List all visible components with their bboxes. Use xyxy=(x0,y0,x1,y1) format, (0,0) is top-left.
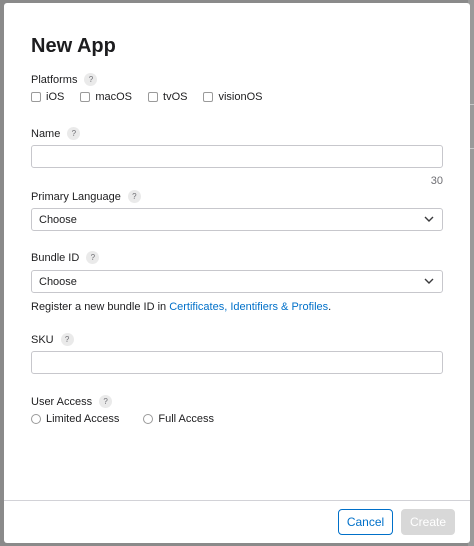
sku-help-icon[interactable]: ? xyxy=(60,333,74,346)
new-app-dialog: New App Platforms ? iOS macOS tvOS visio… xyxy=(4,3,470,543)
limited-access-label: Limited Access xyxy=(46,413,120,425)
sku-input[interactable] xyxy=(31,351,443,374)
platforms-checkbox-group: iOS macOS tvOS visionOS xyxy=(31,91,279,103)
user-access-label: User Access xyxy=(31,395,93,408)
platforms-label-row: Platforms ? xyxy=(31,73,98,86)
platform-visionos-checkbox[interactable]: visionOS xyxy=(203,91,263,103)
name-label-row: Name ? xyxy=(31,127,81,140)
checkbox-box[interactable] xyxy=(148,92,159,102)
footer-divider xyxy=(4,500,470,501)
checkbox-box[interactable] xyxy=(80,92,91,102)
platform-macos-label: macOS xyxy=(95,91,133,103)
full-access-radio[interactable]: Full Access xyxy=(143,413,214,425)
platform-ios-label: iOS xyxy=(46,91,65,103)
chevron-down-icon xyxy=(424,278,434,284)
bundle-id-hint-text: Register a new bundle ID in xyxy=(31,301,170,313)
create-button[interactable]: Create xyxy=(401,509,455,535)
bundle-id-select[interactable]: Choose xyxy=(31,270,443,293)
limited-access-radio[interactable]: Limited Access xyxy=(31,413,119,425)
bundle-id-label-row: Bundle ID ? xyxy=(31,251,100,264)
primary-language-label-row: Primary Language ? xyxy=(31,190,141,203)
radio-circle[interactable] xyxy=(143,414,154,424)
radio-circle[interactable] xyxy=(31,414,41,424)
chevron-down-icon xyxy=(424,216,434,222)
bundle-id-help-icon[interactable]: ? xyxy=(86,251,100,264)
bundle-id-value: Choose xyxy=(39,275,77,288)
user-access-help-icon[interactable]: ? xyxy=(99,395,113,408)
dialog-title: New App xyxy=(31,35,116,57)
platform-ios-checkbox[interactable]: iOS xyxy=(31,91,64,103)
platforms-label: Platforms xyxy=(31,73,78,86)
platform-tvos-label: tvOS xyxy=(163,91,188,103)
primary-language-value: Choose xyxy=(39,213,77,226)
user-access-label-row: User Access ? xyxy=(31,395,113,408)
primary-language-label: Primary Language xyxy=(31,190,121,203)
name-label: Name xyxy=(31,127,61,140)
user-access-radio-group: Limited Access Full Access xyxy=(31,413,238,425)
name-char-counter: 30 xyxy=(430,175,443,187)
sku-label-row: SKU ? xyxy=(31,333,74,346)
checkbox-box[interactable] xyxy=(203,92,214,102)
name-help-icon[interactable]: ? xyxy=(67,127,81,140)
cancel-button[interactable]: Cancel xyxy=(338,509,393,535)
primary-language-select[interactable]: Choose xyxy=(31,208,443,231)
certificates-identifiers-profiles-link[interactable]: Certificates, Identifiers & Profiles xyxy=(169,301,328,313)
platform-macos-checkbox[interactable]: macOS xyxy=(80,91,132,103)
name-input[interactable] xyxy=(31,145,443,168)
bundle-id-label: Bundle ID xyxy=(31,251,80,264)
platform-visionos-label: visionOS xyxy=(218,91,263,103)
primary-language-help-icon[interactable]: ? xyxy=(127,190,141,203)
sku-label: SKU xyxy=(31,333,54,346)
full-access-label: Full Access xyxy=(158,413,215,425)
checkbox-box[interactable] xyxy=(31,92,41,102)
platforms-help-icon[interactable]: ? xyxy=(84,73,98,86)
bundle-id-hint: Register a new bundle ID in Certificates… xyxy=(31,301,331,313)
platform-tvos-checkbox[interactable]: tvOS xyxy=(148,91,187,103)
bundle-id-hint-suffix: . xyxy=(328,301,332,313)
